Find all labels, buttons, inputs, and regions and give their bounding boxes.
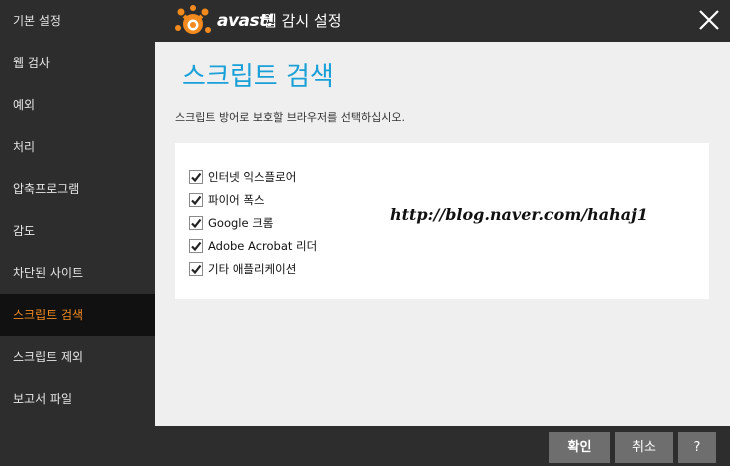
checkbox-chrome[interactable] <box>189 216 203 230</box>
footer-bar: 확인 취소 ? <box>155 426 730 466</box>
sidebar-item-exclusions[interactable]: 예외 <box>0 84 155 126</box>
browser-option-other[interactable]: 기타 애플리케이션 <box>189 260 296 278</box>
sidebar-item-script-scan[interactable]: 스크립트 검색 <box>0 294 155 336</box>
page-description: 스크립트 방어로 보호할 브라우저를 선택하십시오. <box>175 111 406 124</box>
page-title: 스크립트 검색 <box>182 62 334 92</box>
sidebar-item-actions[interactable]: 처리 <box>0 126 155 168</box>
browser-option-chrome[interactable]: Google 크롬 <box>189 214 273 232</box>
sidebar-item-basic-settings[interactable]: 기본 설정 <box>0 0 155 42</box>
browser-option-ie[interactable]: 인터넷 익스플로어 <box>189 168 296 186</box>
checkmark-icon <box>191 172 202 183</box>
checkmark-icon <box>191 241 202 252</box>
avast-logo: avast! <box>173 4 275 38</box>
close-icon <box>699 10 719 30</box>
help-button[interactable]: ? <box>678 432 716 463</box>
settings-window: 기본 설정 웹 검사 예외 처리 압축프로그램 감도 차단된 사이트 스크립트 … <box>0 0 730 466</box>
sidebar-item-report-file[interactable]: 보고서 파일 <box>0 378 155 420</box>
sidebar-item-packers[interactable]: 압축프로그램 <box>0 168 155 210</box>
browser-label: 인터넷 익스플로어 <box>208 170 297 184</box>
checkmark-icon <box>191 195 202 206</box>
sidebar-item-web-scan[interactable]: 웹 검사 <box>0 42 155 84</box>
checkbox-ie[interactable] <box>189 170 203 184</box>
browser-option-acrobat[interactable]: Adobe Acrobat 리더 <box>189 237 317 255</box>
close-button[interactable] <box>696 7 722 33</box>
content-area: 스크립트 검색 스크립트 방어로 보호할 브라우저를 선택하십시오. 인터넷 익… <box>155 42 730 426</box>
browser-option-firefox[interactable]: 파이어 폭스 <box>189 191 265 209</box>
blog-watermark: http://blog.naver.com/hahaj1 <box>390 205 649 224</box>
browser-label: 파이어 폭스 <box>208 193 265 207</box>
title-bar: avast! 웹 감시 설정 <box>155 0 730 42</box>
browser-label: 기타 애플리케이션 <box>208 262 297 276</box>
sidebar: 기본 설정 웹 검사 예외 처리 압축프로그램 감도 차단된 사이트 스크립트 … <box>0 0 155 466</box>
sidebar-item-sensitivity[interactable]: 감도 <box>0 210 155 252</box>
checkmark-icon <box>191 218 202 229</box>
sidebar-item-script-exclusions[interactable]: 스크립트 제외 <box>0 336 155 378</box>
browser-label: Adobe Acrobat 리더 <box>208 239 318 253</box>
window-title: 웹 감시 설정 <box>263 12 342 30</box>
checkbox-other[interactable] <box>189 262 203 276</box>
checkbox-firefox[interactable] <box>189 193 203 207</box>
browser-label: Google 크롬 <box>208 216 274 230</box>
checkbox-acrobat[interactable] <box>189 239 203 253</box>
checkmark-icon <box>191 264 202 275</box>
ok-button[interactable]: 확인 <box>549 432 610 463</box>
cancel-button[interactable]: 취소 <box>615 432 673 463</box>
avast-logo-icon <box>175 5 211 34</box>
sidebar-item-blocked-sites[interactable]: 차단된 사이트 <box>0 252 155 294</box>
browser-list-panel: 인터넷 익스플로어 파이어 폭스 Google 크롬 Adobe Acrobat… <box>175 143 709 299</box>
